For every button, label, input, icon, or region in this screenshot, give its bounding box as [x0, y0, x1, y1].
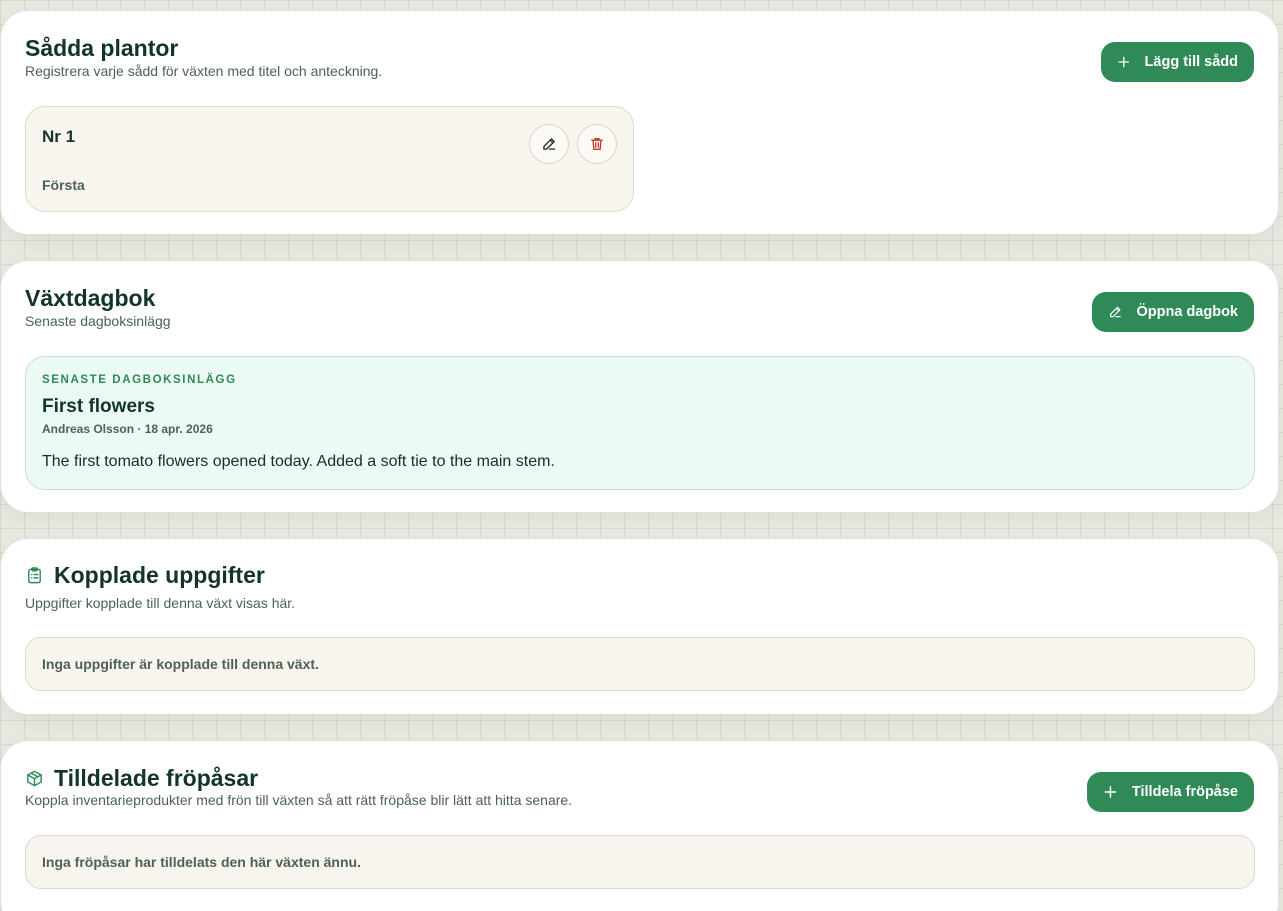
sowing-item-title: Nr 1: [42, 127, 76, 146]
assign-seed-packet-label: Tilldela fröpåse: [1131, 784, 1238, 800]
latest-entry-eyebrow: SENASTE DAGBOKSINLÄGG: [42, 374, 237, 386]
linked-tasks-empty: Inga uppgifter är kopplade till denna vä…: [25, 637, 1255, 691]
linked-tasks-card: Kopplade uppgifter Uppgifter kopplade ti…: [0, 538, 1279, 715]
latest-entry-title: First flowers: [42, 396, 155, 417]
seed-packets-empty-text: Inga fröpåsar har tilldelats den här väx…: [42, 854, 361, 870]
edit-sowing-button[interactable]: [529, 124, 569, 164]
seed-packets-subtitle: Koppla inventarieprodukter med frön till…: [25, 792, 573, 808]
assign-seed-packet-button[interactable]: Tilldela fröpåse: [1087, 772, 1254, 812]
plus-icon: [1104, 786, 1117, 798]
open-diary-button[interactable]: Öppna dagbok: [1092, 292, 1254, 332]
plant-diary-subtitle: Senaste dagboksinlägg: [25, 313, 171, 329]
package-icon: [27, 770, 42, 787]
sowing-item-note: Första: [42, 177, 85, 193]
latest-entry-body: The first tomato flowers opened today. A…: [42, 453, 555, 470]
sown-plants-card: Sådda plantor Registrera varje sådd för …: [0, 10, 1279, 235]
pencil-icon: [543, 138, 556, 150]
sown-plants-title: Sådda plantor: [25, 35, 179, 61]
latest-entry-meta: Andreas Olsson · 18 apr. 2026: [42, 422, 213, 436]
open-diary-label: Öppna dagbok: [1136, 304, 1239, 320]
add-sowing-label: Lägg till sådd: [1144, 54, 1238, 70]
latest-diary-entry[interactable]: SENASTE DAGBOKSINLÄGG First flowers Andr…: [25, 356, 1255, 490]
trash-icon: [591, 138, 603, 150]
sowing-item: Nr 1 Första: [25, 106, 634, 212]
seed-packets-title: Tilldelade fröpåsar: [25, 765, 258, 792]
plant-diary-title: Växtdagbok: [25, 285, 156, 311]
linked-tasks-empty-text: Inga uppgifter är kopplade till denna vä…: [42, 656, 319, 672]
add-sowing-button[interactable]: Lägg till sådd: [1101, 42, 1254, 82]
seed-packets-empty: Inga fröpåsar har tilldelats den här väx…: [25, 835, 1255, 889]
plus-icon: [1118, 56, 1130, 68]
sown-plants-subtitle: Registrera varje sådd för växten med tit…: [25, 63, 383, 79]
clipboard-list-icon: [28, 567, 41, 584]
delete-sowing-button[interactable]: [577, 124, 617, 164]
seed-packets-card: Tilldelade fröpåsar Koppla inventariepro…: [0, 740, 1279, 911]
linked-tasks-subtitle: Uppgifter kopplade till denna växt visas…: [25, 595, 296, 611]
plant-diary-card: Växtdagbok Senaste dagboksinlägg Öppna d…: [0, 260, 1279, 513]
linked-tasks-title: Kopplade uppgifter: [25, 562, 265, 589]
pencil-icon: [1110, 306, 1121, 318]
